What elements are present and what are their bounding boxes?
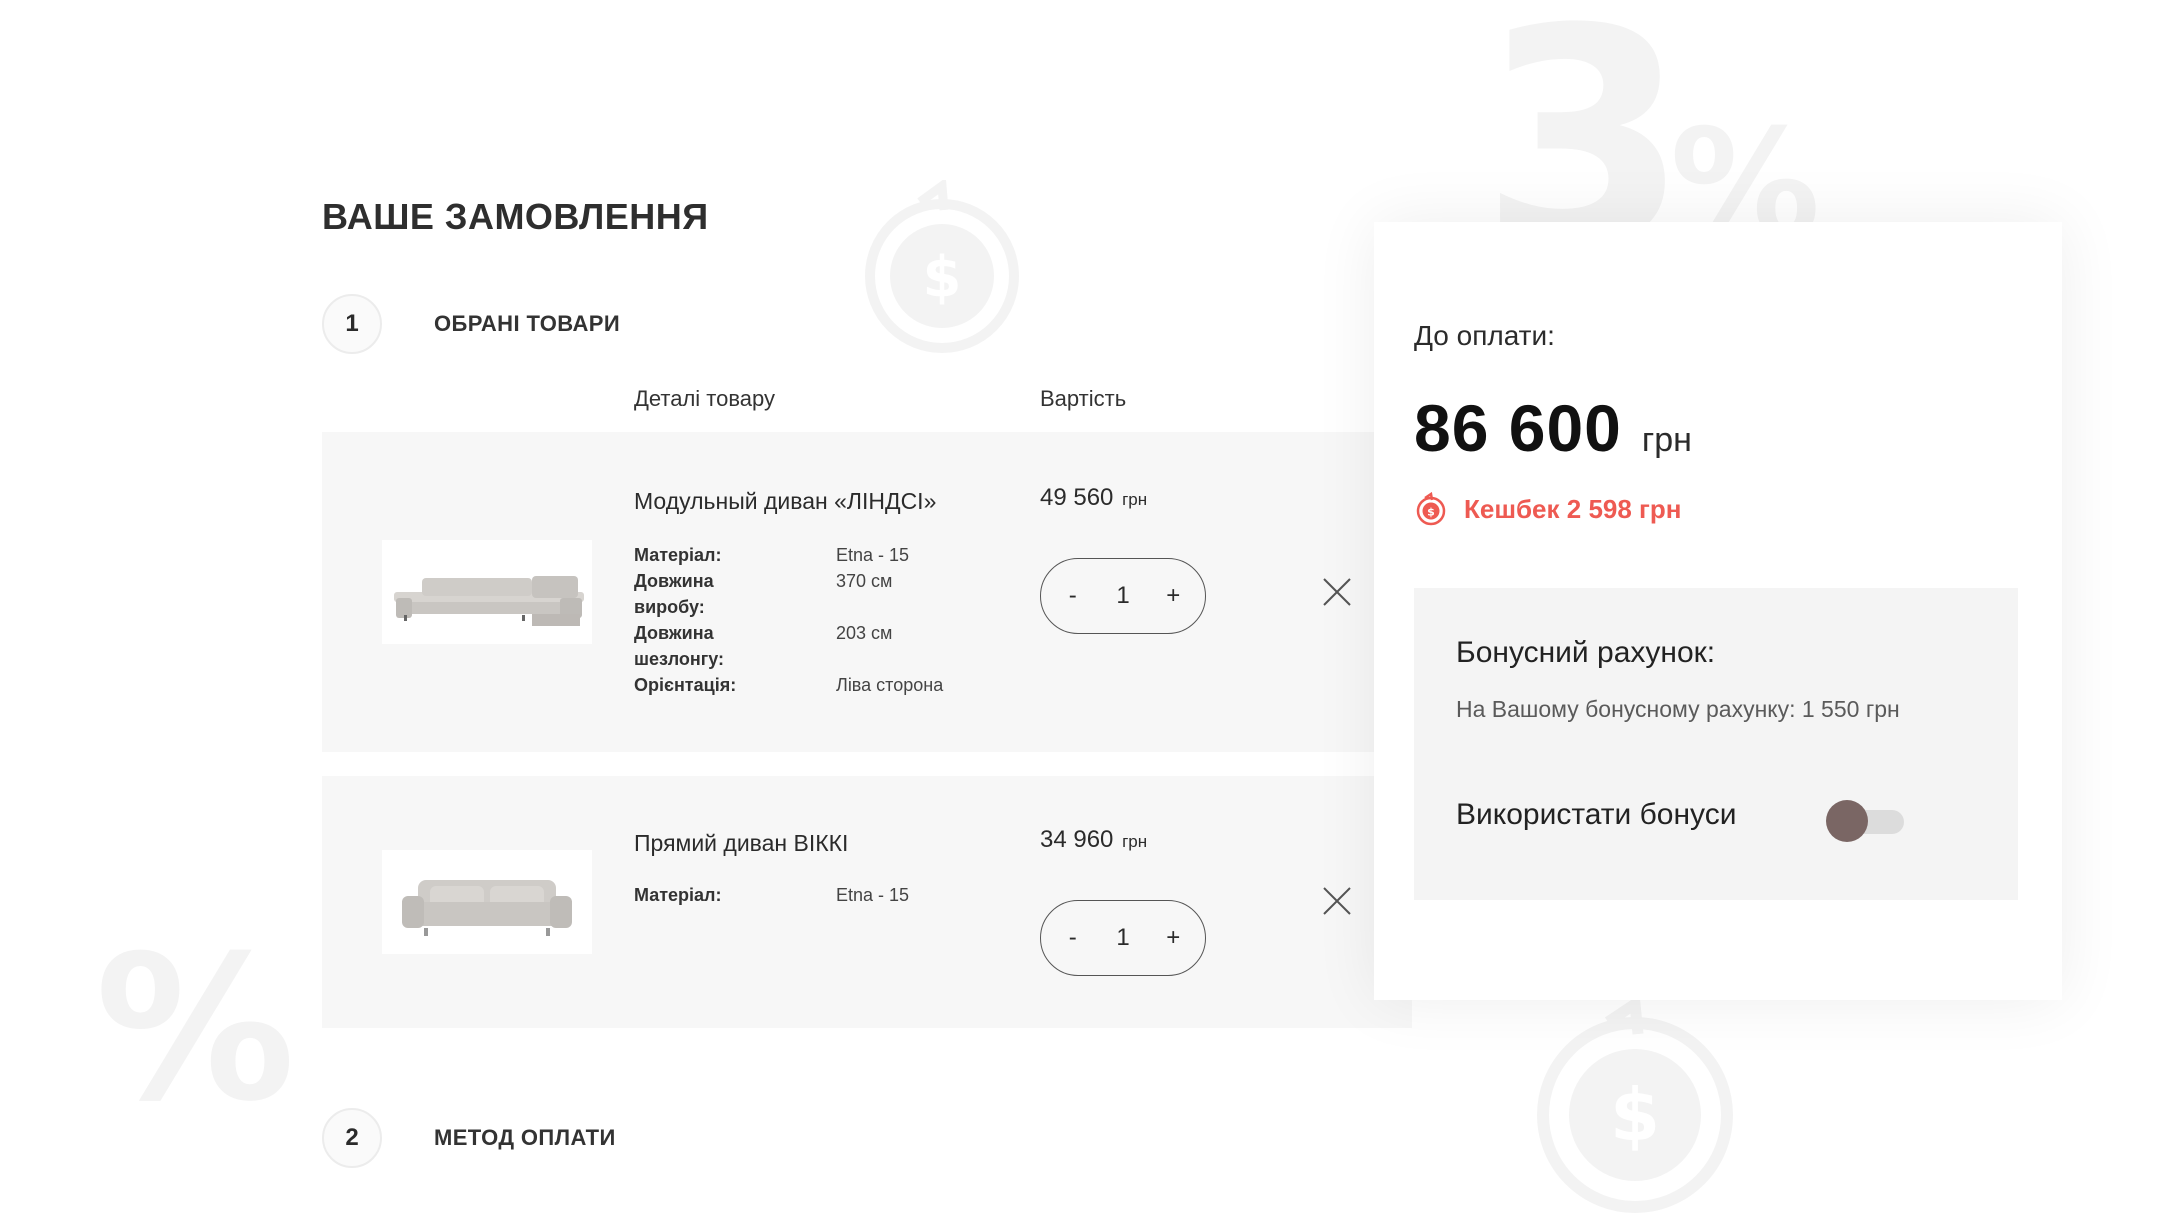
step-title: МЕТОД ОПЛАТИ xyxy=(434,1125,616,1150)
product-specs: Матеріал: Etna - 15 Довжина виробу: 370 … xyxy=(634,542,974,698)
spec-key: Довжина виробу: xyxy=(634,571,714,617)
increase-quantity-button[interactable]: + xyxy=(1153,582,1193,610)
total-value: 86 600 xyxy=(1414,391,1622,465)
product-name[interactable]: Модульный диван «ЛІНДСІ» xyxy=(634,488,936,515)
quantity-stepper: - 1 + xyxy=(1040,900,1206,976)
quantity-value: 1 xyxy=(1116,582,1130,609)
step-selected-items: 1 ОБРАНІ ТОВАРИ xyxy=(322,294,620,354)
cashback-text: Кешбек 2 598 грн xyxy=(1464,493,1682,524)
spec-row: Довжина шезлонгу: 203 см xyxy=(634,620,974,672)
product-price: 49 560 грн xyxy=(1040,484,1147,512)
svg-text:$: $ xyxy=(923,245,962,310)
order-summary-card: До оплати: 86 600 грн $ Кешбек 2 598 грн… xyxy=(1374,222,2062,1000)
column-header-details: Деталі товару xyxy=(634,386,776,411)
spec-value: Ліва сторона xyxy=(836,675,944,695)
dollar-coin-icon: $ xyxy=(1537,1000,1733,1213)
quantity-value: 1 xyxy=(1116,924,1130,951)
cashback-info: $ Кешбек 2 598 грн xyxy=(1414,492,1681,526)
spec-value: 203 см xyxy=(836,623,893,643)
decrease-quantity-button[interactable]: - xyxy=(1053,582,1093,610)
increase-quantity-button[interactable]: + xyxy=(1153,924,1193,952)
product-name[interactable]: Прямий диван ВІККІ xyxy=(634,830,848,857)
product-specs: Матеріал: Etna - 15 xyxy=(634,882,974,908)
price-value: 49 560 xyxy=(1040,484,1114,511)
use-bonus-toggle[interactable] xyxy=(1826,800,1904,842)
spec-row: Матеріал: Etna - 15 xyxy=(634,542,974,568)
spec-row: Орієнтація: Ліва сторона xyxy=(634,672,974,698)
step-title: ОБРАНІ ТОВАРИ xyxy=(434,311,621,336)
close-icon[interactable] xyxy=(1322,577,1352,607)
column-header-price: Вартість xyxy=(1040,386,1127,411)
spec-value: Etna - 15 xyxy=(836,885,910,905)
price-currency: грн xyxy=(1122,832,1148,851)
use-bonus-label: Використати бонуси xyxy=(1456,798,1737,831)
background-percent-sign: % xyxy=(95,913,296,1146)
spec-key: Орієнтація: xyxy=(634,675,737,695)
decrease-quantity-button[interactable]: - xyxy=(1053,924,1093,952)
spec-key: Довжина шезлонгу: xyxy=(634,623,725,669)
step-payment-method[interactable]: 2 МЕТОД ОПЛАТИ xyxy=(322,1108,616,1168)
total-label: До оплати: xyxy=(1414,320,1555,351)
dollar-coin-icon: $ xyxy=(865,180,1019,353)
spec-key: Матеріал: xyxy=(634,885,722,905)
bonus-account-panel: Бонусний рахунок: На Вашому бонусному ра… xyxy=(1414,588,2018,900)
product-row: Модульный диван «ЛІНДСІ» Матеріал: Etna … xyxy=(322,432,1412,752)
product-row: Прямий диван ВІККІ Матеріал: Etna - 15 3… xyxy=(322,776,1412,1028)
toggle-knob xyxy=(1826,800,1868,842)
spec-row: Довжина виробу: 370 см xyxy=(634,568,974,620)
spec-key: Матеріал: xyxy=(634,545,722,565)
price-currency: грн xyxy=(1122,490,1148,509)
cashback-coin-icon: $ xyxy=(1416,492,1446,526)
bonus-title: Бонусний рахунок: xyxy=(1456,636,1716,669)
svg-text:$: $ xyxy=(1427,506,1435,519)
page-title: ВАШЕ ЗАМОВЛЕННЯ xyxy=(322,196,709,237)
product-price: 34 960 грн xyxy=(1040,826,1147,854)
bonus-balance: На Вашому бонусному рахунку: 1 550 грн xyxy=(1456,696,1900,722)
product-image[interactable] xyxy=(382,850,592,954)
total-amount: 86 600 грн xyxy=(1414,390,1692,466)
spec-value: Etna - 15 xyxy=(836,545,910,565)
step-number: 2 xyxy=(322,1108,382,1168)
quantity-stepper: - 1 + xyxy=(1040,558,1206,634)
svg-text:$: $ xyxy=(1610,1073,1660,1157)
spec-row: Матеріал: Etna - 15 xyxy=(634,882,974,908)
product-image[interactable] xyxy=(382,540,592,644)
total-currency: грн xyxy=(1641,421,1692,459)
price-value: 34 960 xyxy=(1040,826,1114,853)
step-number: 1 xyxy=(322,294,382,354)
spec-value: 370 см xyxy=(836,571,893,591)
close-icon[interactable] xyxy=(1322,886,1352,916)
